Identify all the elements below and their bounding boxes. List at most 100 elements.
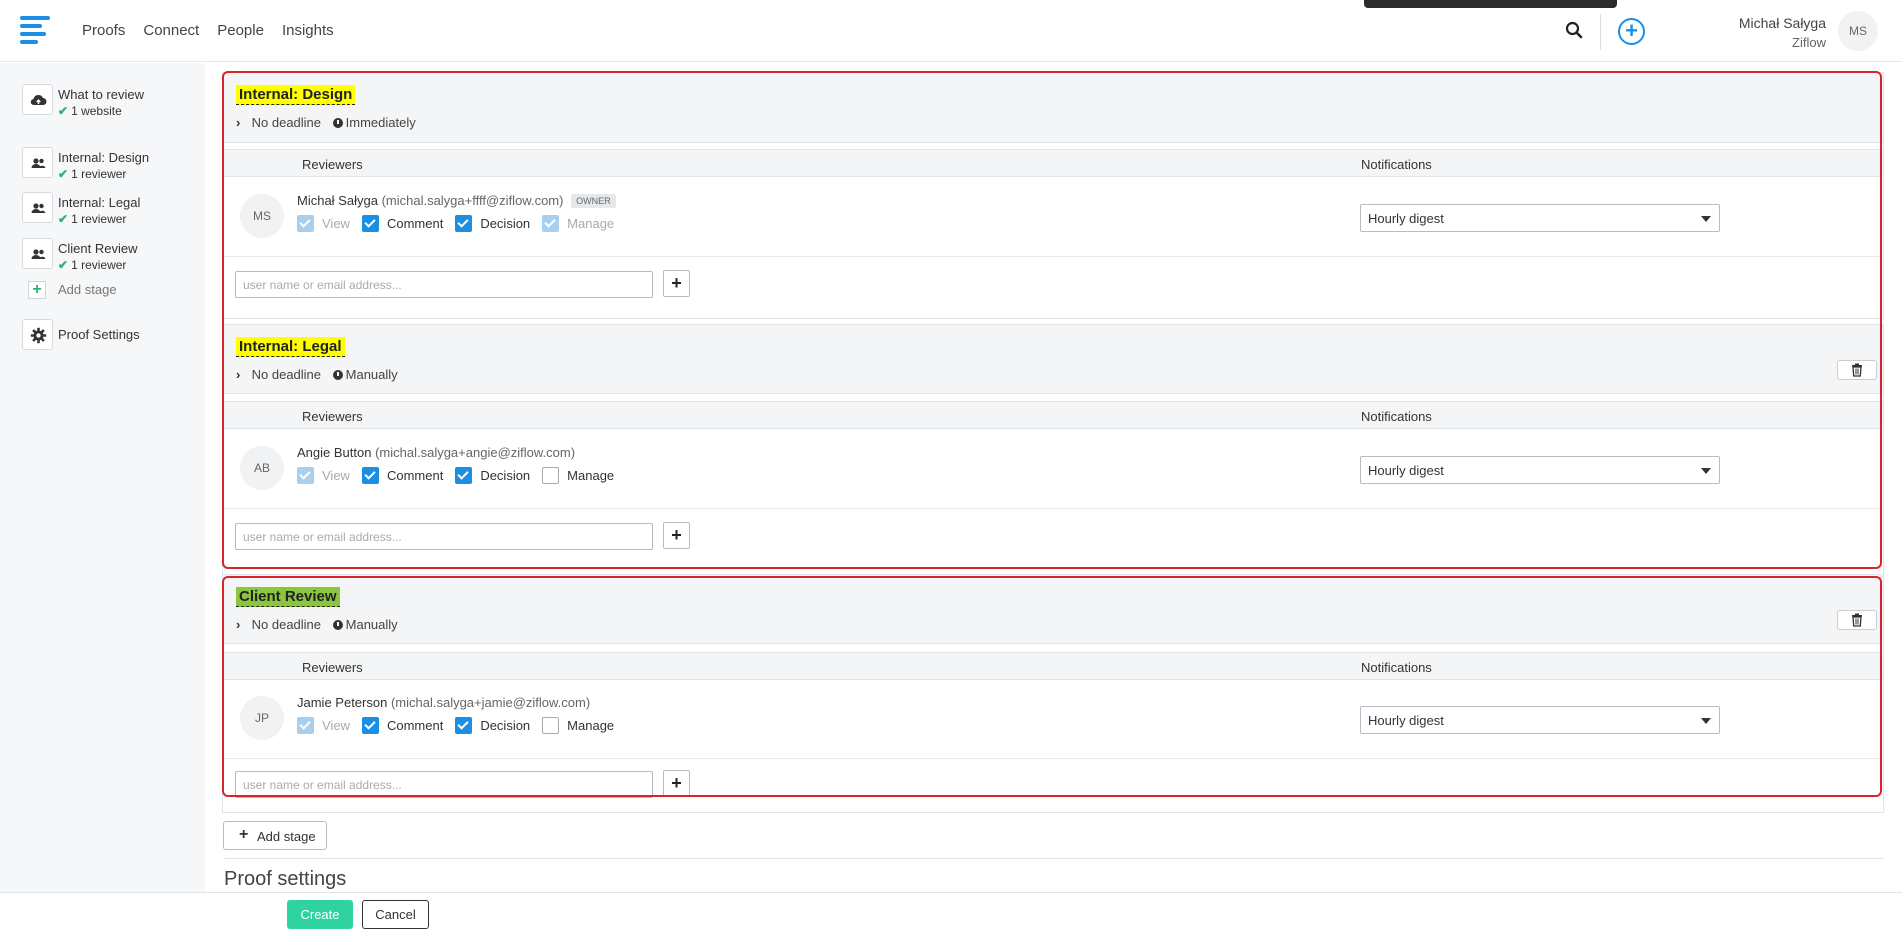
comment-checkbox[interactable] <box>361 717 379 734</box>
top-bar: Proofs Connect People Insights + Michał … <box>0 0 1902 62</box>
delete-stage-trash-icon[interactable] <box>1837 360 1877 380</box>
manage-label: Manage <box>567 718 615 733</box>
reviewers-header: Reviewers Notifications <box>223 401 1883 429</box>
add-reviewer-button[interactable]: + <box>663 770 690 797</box>
notification-select[interactable]: Hourly digest <box>1360 706 1720 734</box>
footer-bar: Create Cancel <box>0 892 1902 937</box>
comment-label: Comment <box>386 468 444 483</box>
notifications-label: Notifications <box>1361 157 1432 172</box>
reviewer-row: AB Angie Button (michal.salyga+angie@zif… <box>223 429 1883 509</box>
nav-insights[interactable]: Insights <box>282 22 334 39</box>
reviewer-row: MS Michał Sałyga (michal.salyga+ffff@zif… <box>223 177 1883 257</box>
user-name[interactable]: Michał Sałyga <box>1739 15 1826 31</box>
comment-checkbox[interactable] <box>361 215 379 232</box>
decision-checkbox[interactable] <box>455 717 473 734</box>
chevron-down-icon <box>1701 718 1711 724</box>
start-text[interactable]: Manually <box>346 367 398 382</box>
nav-people[interactable]: People <box>217 22 264 39</box>
stage-name[interactable]: Client Review <box>236 587 340 607</box>
chevron-right-icon[interactable]: › <box>236 617 248 632</box>
manage-checkbox[interactable] <box>542 717 560 734</box>
add-plus-icon: + <box>28 281 46 299</box>
notifications-label: Notifications <box>1361 409 1432 424</box>
decision-checkbox[interactable] <box>455 215 473 232</box>
manage-label: Manage <box>567 468 615 483</box>
permissions: View Comment Decision Manage <box>297 467 626 484</box>
comment-checkbox[interactable] <box>361 467 379 484</box>
stage-name[interactable]: Internal: Design <box>236 85 356 105</box>
chevron-right-icon[interactable]: › <box>236 367 248 382</box>
reviewer-avatar: AB <box>240 446 284 490</box>
view-label: View <box>322 718 350 733</box>
stage-header: Client Review › No deadline Manually <box>223 575 1883 644</box>
plus-icon: + <box>239 826 249 843</box>
user-org: Ziflow <box>1792 35 1826 50</box>
add-reviewer-input[interactable] <box>235 771 653 798</box>
clock-icon <box>332 370 343 380</box>
deadline-text[interactable]: No deadline <box>252 617 321 632</box>
check-icon: ✔ <box>58 167 69 181</box>
chevron-down-icon <box>1701 216 1711 222</box>
permissions: View Comment Decision Manage <box>297 215 626 232</box>
decision-checkbox[interactable] <box>455 467 473 484</box>
deadline-text[interactable]: No deadline <box>252 115 321 130</box>
manage-checkbox[interactable] <box>542 467 560 484</box>
decision-label: Decision <box>480 468 531 483</box>
deadline-text[interactable]: No deadline <box>252 367 321 382</box>
view-label: View <box>322 468 350 483</box>
stage-meta: › No deadline Manually <box>236 367 398 382</box>
add-reviewer-input[interactable] <box>235 271 653 298</box>
sidebar-item-title: Internal: Design <box>58 150 150 165</box>
comment-label: Comment <box>386 216 444 231</box>
main-nav: Proofs Connect People Insights <box>82 22 334 39</box>
add-stage-button[interactable]: + Add stage <box>223 821 327 850</box>
ziflow-logo-icon[interactable] <box>20 16 50 44</box>
start-text[interactable]: Manually <box>346 617 398 632</box>
chevron-right-icon[interactable]: › <box>236 115 248 130</box>
clock-icon <box>332 118 343 128</box>
decision-label: Decision <box>480 718 531 733</box>
reviewer-email: (michal.salyga+jamie@ziflow.com) <box>390 695 591 710</box>
divider <box>1600 14 1601 50</box>
delete-stage-trash-icon[interactable] <box>1837 610 1877 630</box>
stage-header: Internal: Design › No deadline Immediate… <box>223 73 1883 143</box>
add-reviewer-input[interactable] <box>235 523 653 550</box>
sidebar-item-title: Internal: Legal <box>58 195 141 210</box>
view-checkbox <box>297 467 314 484</box>
people-icon <box>22 147 53 178</box>
search-icon[interactable] <box>1565 21 1585 41</box>
nav-proofs[interactable]: Proofs <box>82 22 125 39</box>
sidebar-item-sub: ✔ 1 reviewer <box>58 258 127 272</box>
comment-label: Comment <box>386 718 444 733</box>
sidebar-item-title: Proof Settings <box>58 327 140 342</box>
view-checkbox <box>297 215 314 232</box>
proof-settings-title: Proof settings <box>224 868 347 890</box>
user-avatar[interactable]: MS <box>1838 11 1878 51</box>
view-label: View <box>322 216 350 231</box>
notification-select[interactable]: Hourly digest <box>1360 456 1720 484</box>
add-reviewer-button[interactable]: + <box>663 270 690 297</box>
reviewer-row: JP Jamie Peterson (michal.salyga+jamie@z… <box>223 679 1883 759</box>
start-text[interactable]: Immediately <box>346 115 416 130</box>
create-proof-plus-icon[interactable]: + <box>1618 18 1645 45</box>
reviewer-email: (michal.salyga+angie@ziflow.com) <box>375 445 576 460</box>
chevron-down-icon <box>1701 468 1711 474</box>
stage-name[interactable]: Internal: Legal <box>236 337 345 357</box>
create-button[interactable]: Create <box>287 900 353 929</box>
decision-label: Decision <box>480 216 531 231</box>
add-stage-label: Add stage <box>257 829 316 844</box>
notification-select[interactable]: Hourly digest <box>1360 204 1720 232</box>
divider <box>223 858 1884 859</box>
view-checkbox <box>297 717 314 734</box>
stage-card: Client Review › No deadline Manually Rev… <box>222 574 1884 813</box>
tooltip-bar <box>1364 0 1617 8</box>
reviewers-header: Reviewers Notifications <box>223 652 1883 680</box>
stage-meta: › No deadline Immediately <box>236 115 416 130</box>
reviewers-header: Reviewers Notifications <box>223 149 1883 177</box>
reviewers-label: Reviewers <box>302 157 363 172</box>
reviewers-label: Reviewers <box>302 409 363 424</box>
cancel-button[interactable]: Cancel <box>362 900 429 929</box>
check-icon: ✔ <box>58 258 69 272</box>
add-reviewer-button[interactable]: + <box>663 522 690 549</box>
nav-connect[interactable]: Connect <box>143 22 199 39</box>
